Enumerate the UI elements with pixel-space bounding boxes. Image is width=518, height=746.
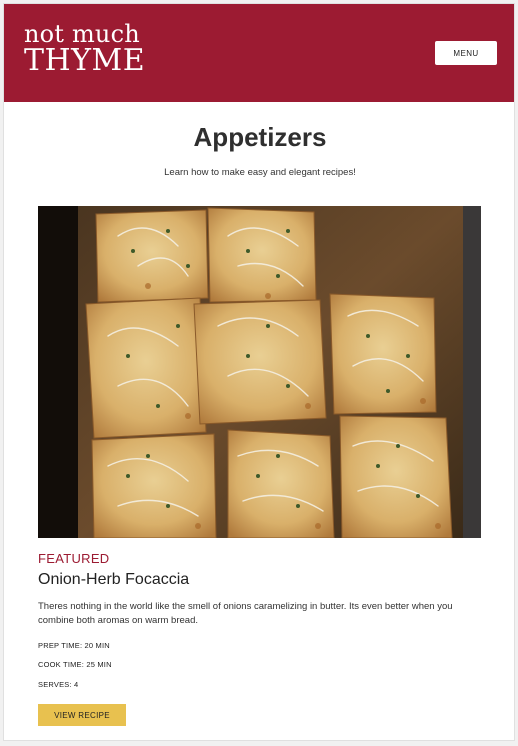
page-frame: not much THYME MENU Appetizers Learn how…: [3, 3, 515, 741]
view-recipe-button[interactable]: VIEW RECIPE: [38, 704, 126, 726]
prep-time: PREP TIME: 20 MIN: [38, 641, 110, 650]
cook-time: COOK TIME: 25 MIN: [38, 660, 112, 669]
site-header: not much THYME MENU: [4, 4, 514, 102]
focaccia-image[interactable]: [38, 206, 481, 538]
logo-line-2: THYME: [24, 43, 146, 78]
page-subtitle: Learn how to make easy and elegant recip…: [164, 167, 356, 178]
recipe-title[interactable]: Onion-Herb Focaccia: [38, 571, 189, 589]
site-logo[interactable]: not much THYME: [24, 22, 145, 76]
servings: SERVES: 4: [38, 680, 79, 689]
featured-label: FEATURED: [38, 551, 110, 566]
page-title: Appetizers: [193, 122, 327, 152]
recipe-description: Theres nothing in the world like the sme…: [38, 601, 453, 626]
menu-button[interactable]: MENU: [435, 41, 497, 65]
focaccia-photo-illustration: [38, 206, 481, 538]
